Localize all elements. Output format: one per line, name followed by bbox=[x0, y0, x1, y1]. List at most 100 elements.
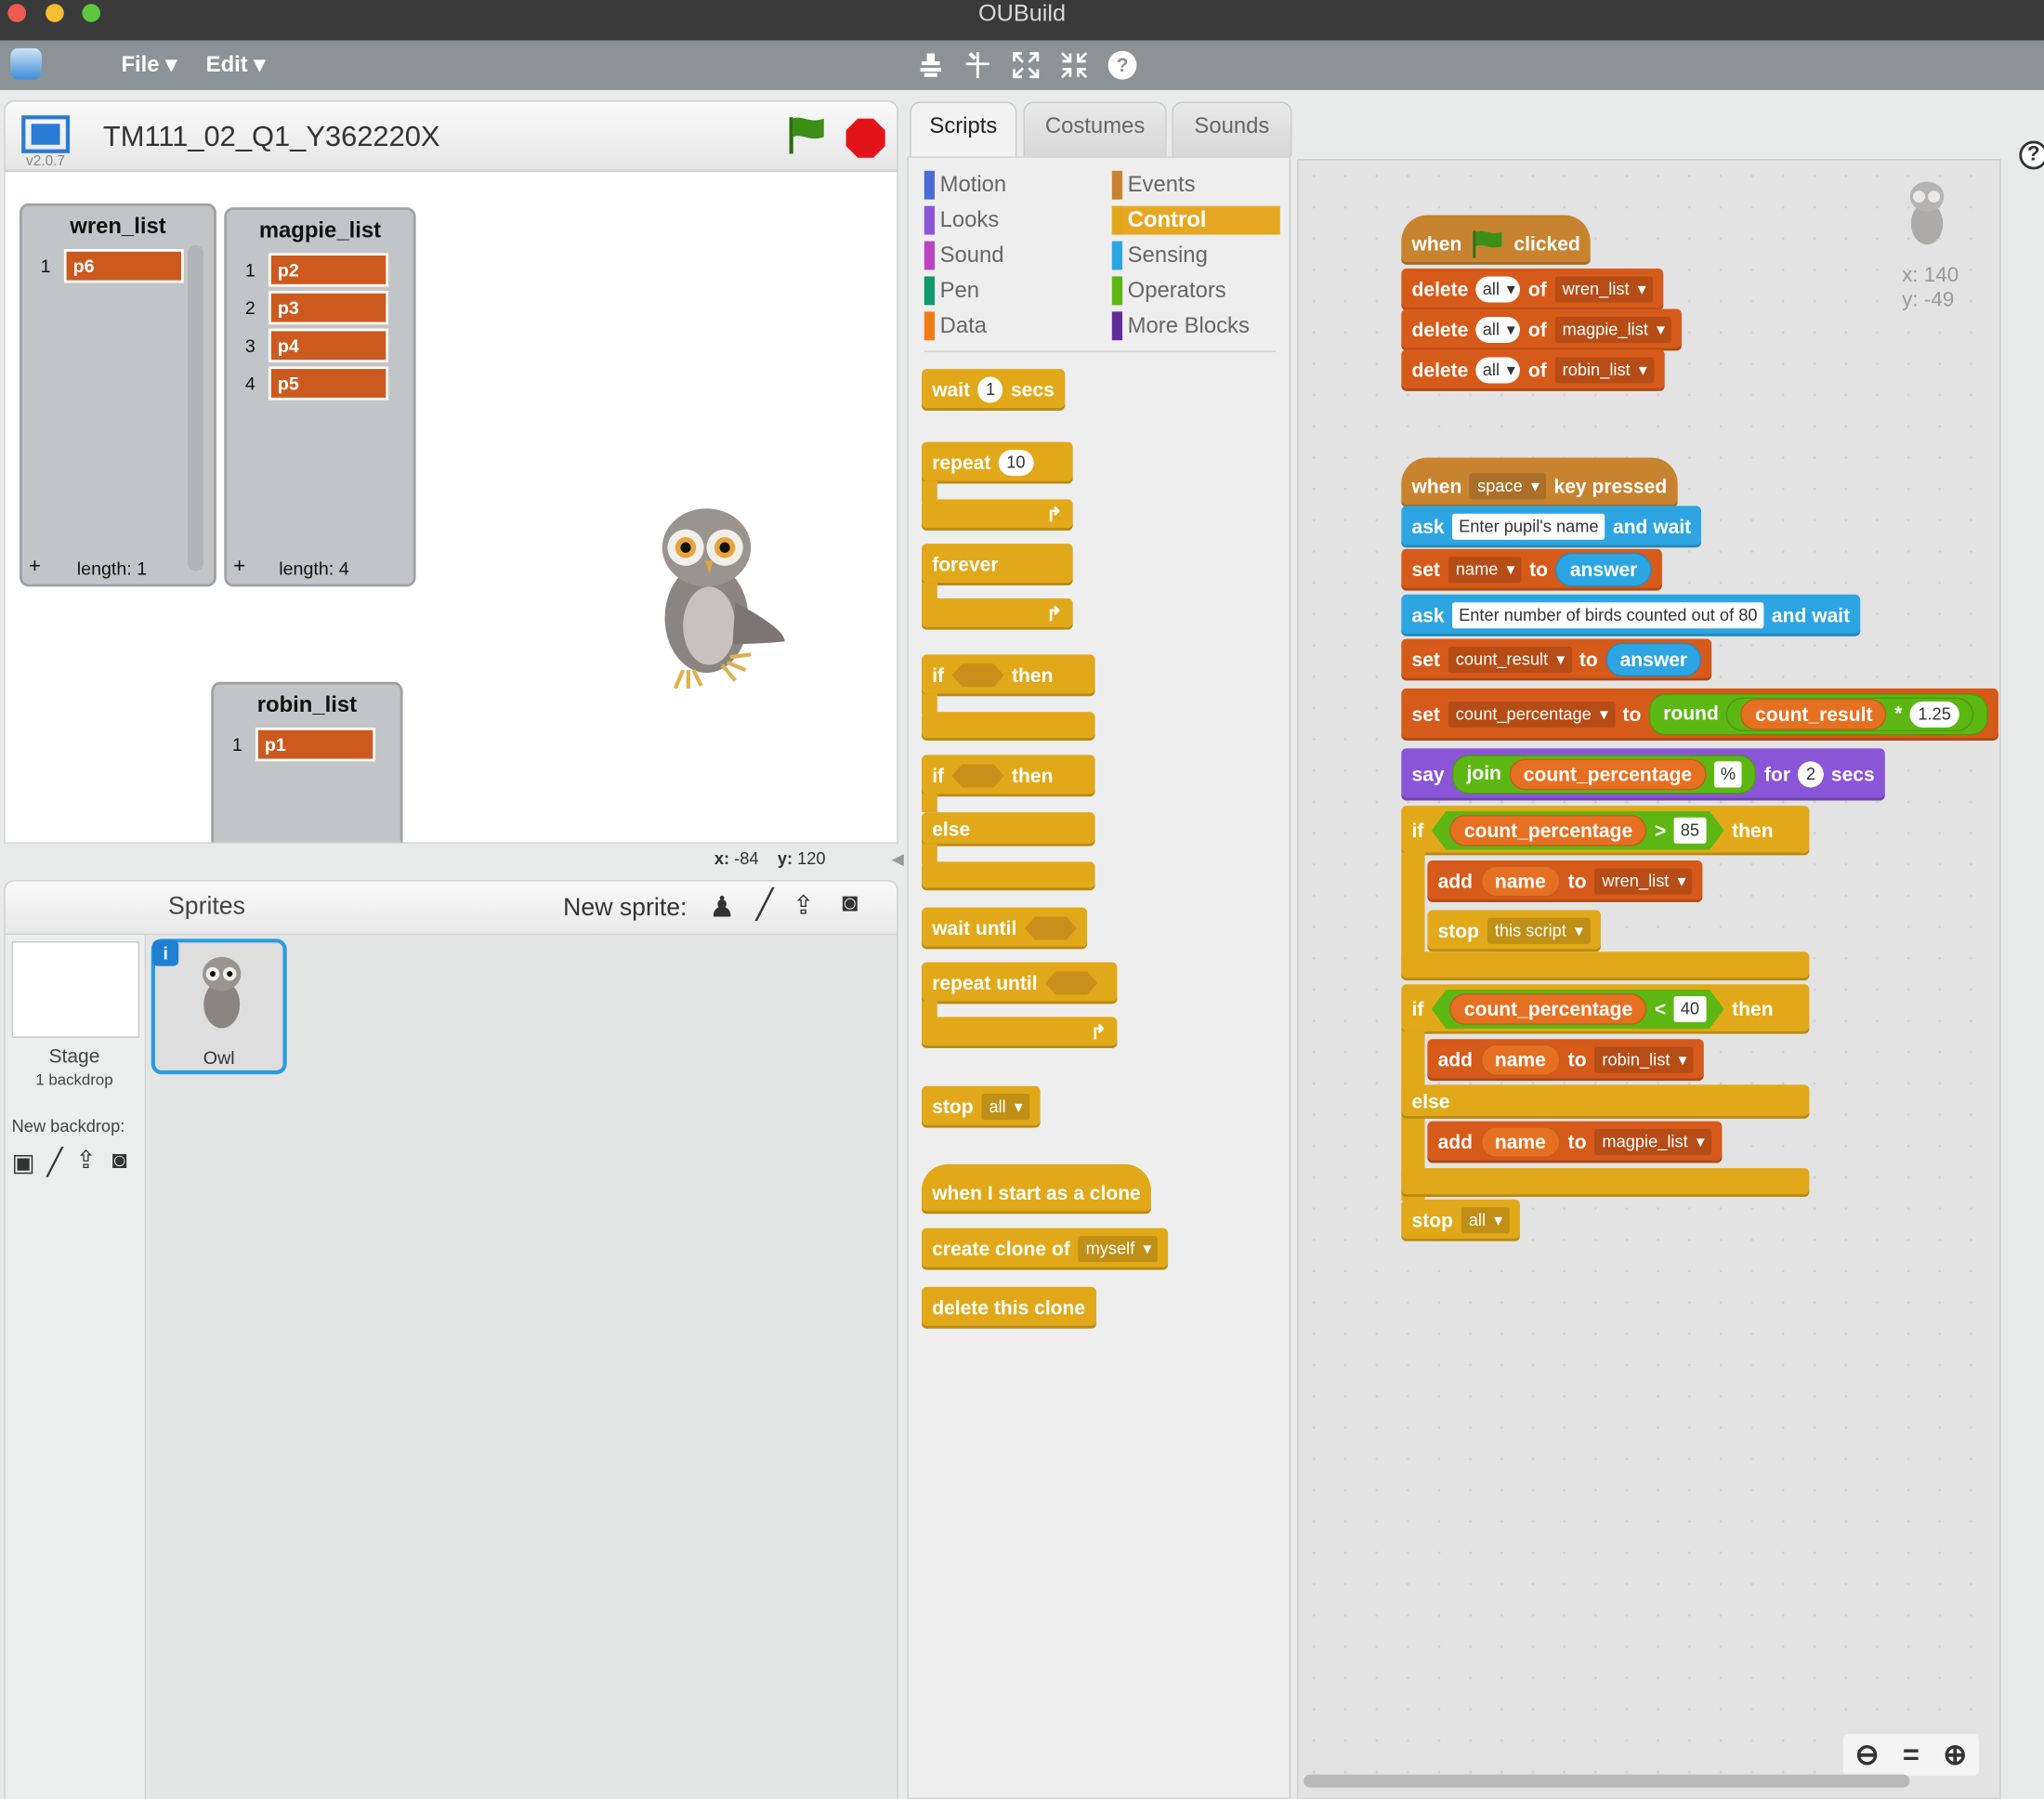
stop-dropdown[interactable]: all bbox=[1461, 1207, 1510, 1234]
list-value[interactable]: p1 bbox=[255, 727, 376, 762]
set-variable-block[interactable]: setnameto answer bbox=[1401, 548, 1663, 591]
set-variable-block[interactable]: set count_result to answer bbox=[1401, 638, 1712, 681]
answer-reporter[interactable]: answer bbox=[1605, 642, 1702, 677]
variable-dropdown[interactable]: count_result bbox=[1448, 646, 1572, 673]
category-motion[interactable]: Motion bbox=[924, 170, 1094, 200]
set-variable-block[interactable]: set count_percentage to round count_result *… bbox=[1401, 688, 1998, 741]
edit-menu[interactable]: Edit ▾ bbox=[206, 52, 266, 78]
category-control[interactable]: Control bbox=[1111, 205, 1280, 235]
camera-icon[interactable]: ◙ bbox=[842, 889, 858, 919]
say-for-secs-block[interactable]: say join count_percentage% for 2 secs bbox=[1401, 748, 1885, 801]
variable-reporter[interactable]: count_result bbox=[1740, 699, 1887, 730]
sprite-thumbnail[interactable]: i Owl bbox=[151, 939, 287, 1075]
if-else-block[interactable]: if count_percentage <40 then bbox=[1401, 984, 1810, 1034]
repeat-until-block[interactable]: repeat until bbox=[921, 962, 1118, 1005]
upload-backdrop-icon[interactable]: ⇪ bbox=[75, 1146, 96, 1175]
index-dropdown[interactable]: all bbox=[1475, 316, 1521, 344]
number-input[interactable]: 85 bbox=[1673, 817, 1707, 844]
stage[interactable]: wren_list 1 p6 + length: 1 magpie_list 1… bbox=[4, 170, 898, 844]
answer-reporter[interactable]: answer bbox=[1555, 552, 1652, 587]
category-sensing[interactable]: Sensing bbox=[1111, 241, 1281, 270]
add-item-icon[interactable]: + bbox=[233, 556, 245, 579]
app-logo-icon[interactable] bbox=[10, 47, 42, 80]
sprite-library-icon[interactable]: ♟ bbox=[709, 890, 735, 924]
number-input[interactable]: 2 bbox=[1798, 761, 1824, 788]
owl-sprite[interactable] bbox=[631, 498, 787, 693]
file-menu[interactable]: File ▾ bbox=[121, 52, 177, 78]
tab-costumes[interactable]: Costumes bbox=[1023, 101, 1167, 157]
boolean-slot[interactable] bbox=[1024, 916, 1077, 940]
fullscreen-icon[interactable] bbox=[20, 114, 71, 153]
horizontal-scrollbar[interactable] bbox=[1304, 1774, 1910, 1788]
list-value[interactable]: p6 bbox=[63, 248, 184, 283]
wait-until-block[interactable]: wait until bbox=[921, 907, 1088, 950]
clone-hat-block[interactable]: when I start as a clone bbox=[921, 1163, 1151, 1215]
magpie-list-monitor[interactable]: magpie_list 1 p2 2 p3 3 p4 4 p5 + length… bbox=[224, 207, 416, 587]
number-input[interactable]: 1.25 bbox=[1909, 701, 1959, 728]
zoom-out-icon[interactable]: ⊖ bbox=[1855, 1738, 1880, 1771]
repeat-block[interactable]: repeat 10 bbox=[921, 441, 1073, 484]
multiply-reporter[interactable]: count_result * 1.25 bbox=[1726, 697, 1973, 732]
index-dropdown[interactable]: all bbox=[1475, 357, 1521, 384]
collapse-stage-icon[interactable]: ◀ bbox=[892, 850, 904, 869]
list-dropdown[interactable]: wren_list bbox=[1593, 868, 1693, 895]
stop-sign-icon[interactable] bbox=[845, 117, 886, 159]
stop-dropdown[interactable]: all bbox=[981, 1094, 1029, 1121]
delete-list-block[interactable]: delete allof wren_list bbox=[1401, 269, 1664, 310]
clone-target-dropdown[interactable]: myself bbox=[1078, 1236, 1159, 1263]
list-value[interactable]: p4 bbox=[269, 328, 389, 363]
if-then-block[interactable]: if then bbox=[921, 654, 1095, 697]
green-flag-icon[interactable] bbox=[785, 114, 830, 156]
question-input[interactable]: Enter number of birds counted out of 80 bbox=[1452, 602, 1764, 629]
boolean-slot[interactable] bbox=[1045, 971, 1098, 995]
category-looks[interactable]: Looks bbox=[924, 205, 1094, 235]
ask-wait-block[interactable]: ask Enter number of birds counted out of … bbox=[1401, 594, 1861, 637]
category-more-blocks[interactable]: More Blocks bbox=[1111, 311, 1281, 341]
tab-scripts[interactable]: Scripts bbox=[910, 101, 1017, 160]
variable-reporter[interactable]: count_percentage bbox=[1449, 993, 1647, 1025]
boolean-slot[interactable] bbox=[951, 663, 1004, 688]
stop-dropdown[interactable]: this script bbox=[1487, 917, 1591, 944]
variable-reporter[interactable]: name bbox=[1480, 1126, 1561, 1158]
stage-thumbnail[interactable] bbox=[11, 941, 140, 1038]
add-to-list-block[interactable]: add name to robin_list bbox=[1427, 1039, 1704, 1082]
category-events[interactable]: Events bbox=[1111, 170, 1281, 200]
number-input[interactable]: 40 bbox=[1673, 995, 1707, 1022]
project-name[interactable]: TM111_02_Q1_Y362220X bbox=[103, 120, 440, 153]
category-data[interactable]: Data bbox=[924, 311, 1094, 341]
boolean-slot[interactable] bbox=[951, 764, 1004, 788]
if-then-block[interactable]: if count_percentage >85 then bbox=[1401, 806, 1810, 856]
variable-reporter[interactable]: count_percentage bbox=[1509, 758, 1707, 791]
round-reporter[interactable]: round count_result * 1.25 bbox=[1648, 693, 1988, 736]
forever-block[interactable]: forever bbox=[921, 544, 1073, 585]
variable-dropdown[interactable]: count_percentage bbox=[1448, 701, 1616, 728]
upload-icon[interactable]: ⇪ bbox=[793, 889, 815, 922]
when-key-pressed-block[interactable]: when space key pressed bbox=[1401, 457, 1678, 507]
variable-reporter[interactable]: count_percentage bbox=[1449, 814, 1647, 847]
text-input[interactable]: % bbox=[1713, 761, 1743, 788]
list-dropdown[interactable]: wren_list bbox=[1554, 276, 1653, 303]
block-input[interactable]: 1 bbox=[977, 376, 1003, 403]
help-tips-icon[interactable]: ? bbox=[2019, 140, 2044, 170]
tab-sounds[interactable]: Sounds bbox=[1172, 101, 1292, 157]
add-to-list-block[interactable]: add name to magpie_list bbox=[1427, 1121, 1723, 1163]
delete-clone-block[interactable]: delete this clone bbox=[921, 1286, 1096, 1329]
list-value[interactable]: p3 bbox=[269, 290, 389, 325]
paint-backdrop-icon[interactable]: ╱ bbox=[47, 1146, 63, 1178]
delete-icon[interactable] bbox=[962, 49, 993, 81]
add-item-icon[interactable]: + bbox=[29, 556, 41, 579]
join-reporter[interactable]: join count_percentage% bbox=[1452, 755, 1757, 794]
wren-list-monitor[interactable]: wren_list 1 p6 + length: 1 bbox=[20, 203, 216, 587]
list-dropdown[interactable]: magpie_list bbox=[1593, 1129, 1711, 1156]
paint-brush-icon[interactable]: ╱ bbox=[756, 887, 774, 921]
camera-backdrop-icon[interactable]: ◙ bbox=[112, 1148, 127, 1176]
add-to-list-block[interactable]: add name to wren_list bbox=[1427, 860, 1703, 902]
zoom-in-icon[interactable]: ⊕ bbox=[1943, 1738, 1967, 1771]
zoom-reset-icon[interactable]: = bbox=[1903, 1738, 1920, 1771]
grow-icon[interactable] bbox=[1010, 49, 1042, 81]
list-dropdown[interactable]: robin_list bbox=[1554, 357, 1654, 384]
when-flag-clicked-block[interactable]: when clicked bbox=[1401, 215, 1592, 265]
question-input[interactable]: Enter pupil's name bbox=[1452, 513, 1605, 540]
greater-than-reporter[interactable]: count_percentage >85 bbox=[1431, 810, 1724, 850]
variable-reporter[interactable]: name bbox=[1480, 1044, 1561, 1076]
